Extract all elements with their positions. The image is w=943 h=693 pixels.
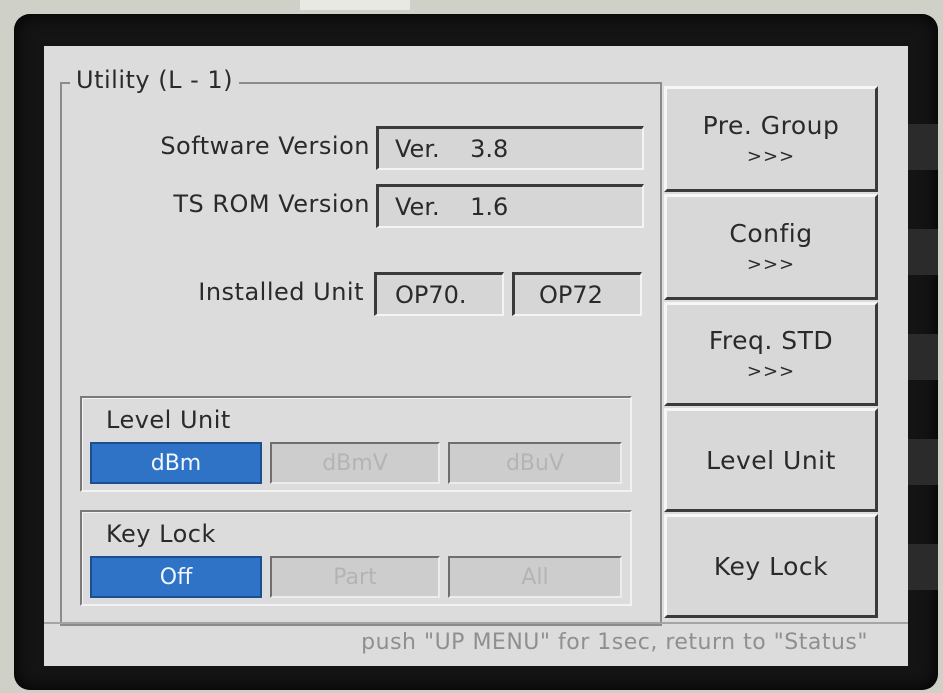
status-bar: push "UP MENU" for 1sec, return to "Stat…: [44, 622, 908, 666]
softkey-config[interactable]: Config >>>: [664, 194, 878, 300]
level-unit-option-dbmv[interactable]: dBmV: [270, 442, 440, 484]
installed-unit-label: Installed Unit: [198, 278, 364, 306]
softkey-key-lock-label: Key Lock: [713, 551, 829, 581]
installed-unit-2: OP72: [512, 272, 642, 316]
softkey-level-unit-label: Level Unit: [706, 445, 836, 475]
softkey-pre-group[interactable]: Pre. Group >>>: [664, 86, 878, 192]
submenu-arrow-icon: >>>: [746, 361, 796, 382]
softkey-pre-group-label: Pre. Group: [702, 111, 840, 140]
softkey-freq-std[interactable]: Freq. STD >>>: [664, 302, 878, 406]
key-lock-option-off[interactable]: Off: [90, 556, 262, 598]
submenu-arrow-icon: >>>: [746, 146, 796, 167]
submenu-arrow-icon: >>>: [746, 254, 796, 275]
page-title: Utility (L - 1): [70, 66, 240, 94]
key-lock-option-all[interactable]: All: [448, 556, 622, 598]
softkey-config-label: Config: [729, 219, 813, 248]
ts-rom-version-label: TS ROM Version: [173, 190, 370, 218]
bezel-top-tab: [300, 0, 410, 10]
key-lock-label: Key Lock: [106, 520, 216, 548]
softkey-level-unit[interactable]: Level Unit: [664, 408, 878, 512]
level-unit-label: Level Unit: [106, 406, 231, 434]
lcd-screen: Utility (L - 1) Software Version Ver. 3.…: [44, 46, 908, 666]
software-version-value: Ver. 3.8: [376, 126, 644, 170]
software-version-label: Software Version: [160, 132, 370, 160]
softkey-freq-std-label: Freq. STD: [708, 326, 834, 355]
ts-rom-version-value: Ver. 1.6: [376, 184, 644, 228]
status-message: push "UP MENU" for 1sec, return to "Stat…: [361, 630, 868, 655]
installed-unit-1: OP70.: [374, 272, 504, 316]
key-lock-option-part[interactable]: Part: [270, 556, 440, 598]
level-unit-option-dbuv[interactable]: dBuV: [448, 442, 622, 484]
level-unit-option-dbm[interactable]: dBm: [90, 442, 262, 484]
softkey-key-lock[interactable]: Key Lock: [664, 514, 878, 618]
